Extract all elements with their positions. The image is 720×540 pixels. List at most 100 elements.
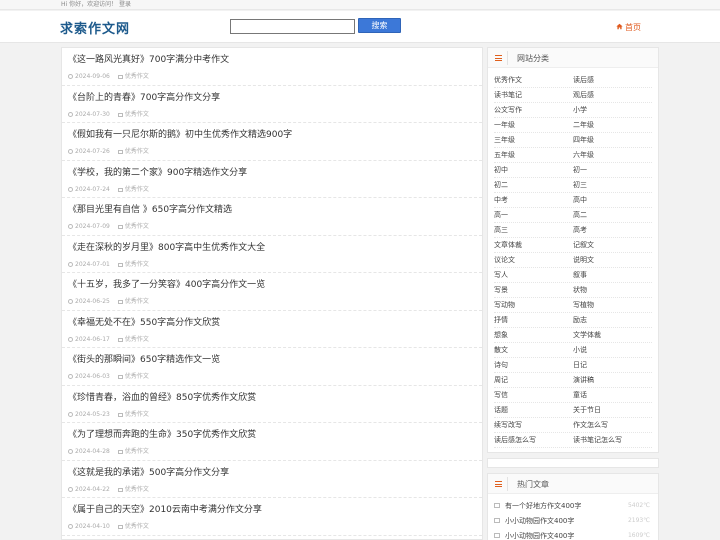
category-link[interactable]: 童话 [573,388,652,402]
article-title-link[interactable]: 《学校，我的第二个家》900字精选作文分享 [68,167,482,179]
category-link[interactable]: 话题 [494,403,573,417]
category-link[interactable]: 叙事 [573,268,652,282]
category-link[interactable]: 状物 [573,283,652,297]
article-category-label: 优秀作文 [124,110,149,118]
category-link[interactable]: 文章体裁 [494,238,573,252]
category-link[interactable]: 四年级 [573,133,652,147]
category-link[interactable]: 写动物 [494,298,573,312]
category-link[interactable]: 六年级 [573,148,652,162]
view-count: 1609℃ [627,532,650,539]
article-title-link[interactable]: 《属于自己的天空》2010云南中考满分作文分享 [68,504,482,516]
category-link[interactable]: 高二 [573,208,652,222]
article-category[interactable]: 优秀作文 [117,73,149,80]
article-title-link[interactable]: 《珍惜青春，浴血的曾经》850字优秀作文欣赏 [68,392,482,404]
article-category[interactable]: 优秀作文 [117,523,149,530]
article-item: 《走在深秋的岁月里》800字高中生优秀作文大全 2024-07-01 优秀作文 [62,236,482,273]
article-category[interactable]: 优秀作文 [117,223,149,230]
category-link[interactable]: 演讲稿 [573,373,652,387]
article-category[interactable]: 优秀作文 [117,148,149,155]
clock-icon [68,74,73,79]
article-category[interactable]: 优秀作文 [117,110,149,118]
category-link[interactable]: 读后感怎么写 [494,433,573,447]
article-category[interactable]: 优秀作文 [117,186,149,193]
category-link[interactable]: 散文 [494,343,573,357]
article-category[interactable]: 优秀作文 [117,298,149,305]
article-category[interactable]: 优秀作文 [117,448,149,455]
article-title-link[interactable]: 《为了理想而奔跑的生命》350字优秀作文欣赏 [68,429,482,441]
category-row: 周记 演讲稿 [494,373,652,388]
category-link[interactable]: 续写改写 [494,418,573,432]
category-link[interactable]: 写景 [494,283,573,297]
category-link[interactable]: 初一 [573,163,652,177]
category-link[interactable]: 日记 [573,358,652,372]
search-input[interactable] [230,19,355,34]
article-meta: 2024-07-09 优秀作文 [68,221,482,230]
category-link[interactable]: 周记 [494,373,573,387]
category-link[interactable]: 读书笔记怎么写 [573,433,652,447]
category-link[interactable]: 作文怎么写 [573,418,652,432]
login-link[interactable]: 登录 [119,1,131,8]
article-title-link[interactable]: 《街头的那瞬间》650字精选作文一览 [68,354,482,366]
category-row: 诗句 日记 [494,358,652,373]
category-link[interactable]: 三年级 [494,133,573,147]
category-link[interactable]: 关于节日 [573,403,652,417]
category-link[interactable]: 读书笔记 [494,88,573,102]
header-divider [507,477,508,491]
category-link[interactable]: 小学 [573,103,652,117]
category-link[interactable]: 想象 [494,328,573,342]
category-link[interactable]: 初二 [494,178,573,192]
site-logo[interactable]: 求索作文网 [60,18,130,37]
folder-icon [117,487,123,492]
category-link[interactable]: 励志 [573,313,652,327]
category-link[interactable]: 初三 [573,178,652,192]
category-link[interactable]: 文学体裁 [573,328,652,342]
article-category[interactable]: 优秀作文 [117,411,149,418]
hot-article-link[interactable]: 有一个好地方作文400字 [505,501,581,511]
category-link[interactable]: 记叙文 [573,238,652,252]
category-link[interactable]: 中考 [494,193,573,207]
article-date: 2024-06-25 [75,298,110,305]
category-link[interactable]: 抒情 [494,313,573,327]
category-link[interactable]: 诗句 [494,358,573,372]
article-category[interactable]: 优秀作文 [117,486,149,493]
article-category[interactable]: 优秀作文 [117,336,149,343]
category-link[interactable]: 高考 [573,223,652,237]
article-title-link[interactable]: 《幸福无处不在》550字高分作文欣赏 [68,317,482,329]
category-link[interactable]: 读后感 [573,73,652,87]
category-link[interactable]: 写人 [494,268,573,282]
article-title-link[interactable]: 《假如我有一只尼尔斯的鹅》初中生优秀作文精选900字 [68,129,482,141]
category-link[interactable]: 高三 [494,223,573,237]
search-button[interactable]: 搜索 [358,18,401,33]
category-link[interactable]: 观后感 [573,88,652,102]
category-link[interactable]: 写信 [494,388,573,402]
article-category[interactable]: 优秀作文 [117,261,149,268]
category-link[interactable]: 初中 [494,163,573,177]
article-title-link[interactable]: 《台阶上的青春》700字高分作文分享 [68,92,482,104]
article-category-label: 优秀作文 [124,73,149,80]
article-title-link[interactable]: 《那目光里有自信 》650字高分作文精选 [68,204,482,216]
hot-article-link[interactable]: 小小动物园作文400字 [505,531,574,540]
article-title-link[interactable]: 《走在深秋的岁月里》800字高中生优秀作文大全 [68,242,482,254]
hot-panel-header: 热门文章 [488,474,658,494]
hot-article-item: 小小动物园作文400字 1609℃ [494,528,652,540]
category-link[interactable]: 公文写作 [494,103,573,117]
category-link[interactable]: 议论文 [494,253,573,267]
category-link[interactable]: 一年级 [494,118,573,132]
category-link[interactable]: 高一 [494,208,573,222]
home-link[interactable]: 首页 [616,22,641,33]
article-title-link[interactable]: 《十五岁，我多了一分笑容》400字高分作文一览 [68,279,482,291]
hot-article-link[interactable]: 小小动物园作文400字 [505,516,574,526]
category-link[interactable]: 五年级 [494,148,573,162]
category-link[interactable]: 优秀作文 [494,73,573,87]
category-link[interactable]: 小说 [573,343,652,357]
category-link[interactable]: 高中 [573,193,652,207]
article-title-link[interactable]: 《这就是我的承诺》500字高分作文分享 [68,467,482,479]
category-link[interactable]: 说明文 [573,253,652,267]
image-icon [494,533,500,538]
article-category[interactable]: 优秀作文 [117,373,149,380]
category-link[interactable]: 二年级 [573,118,652,132]
categories-panel-header: 网站分类 [488,48,658,68]
article-title-link[interactable]: 《这一路风光真好》700字满分中考作文 [68,54,482,66]
category-link[interactable]: 写植物 [573,298,652,312]
article-category-label: 优秀作文 [124,523,149,530]
